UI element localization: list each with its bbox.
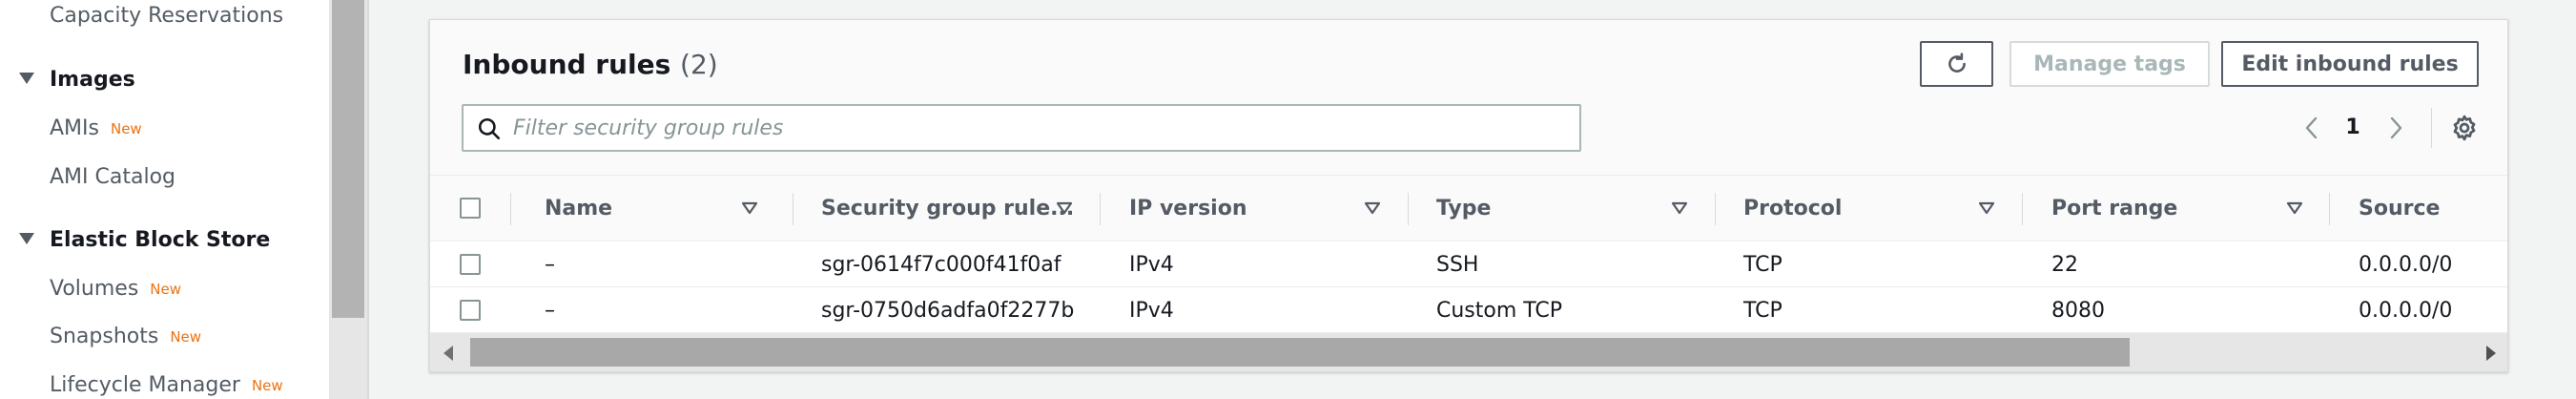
filter-search-box[interactable] (462, 104, 1581, 152)
new-badge: New (150, 281, 182, 298)
cell-protocol: TCP (1743, 298, 1783, 323)
current-page-number[interactable]: 1 (2339, 114, 2367, 142)
column-header-label: Type (1436, 196, 1492, 220)
sidebar-item-label: AMI Catalog (50, 165, 175, 189)
gear-icon[interactable] (2450, 114, 2479, 142)
sidebar-scrollbar-thumb[interactable] (332, 0, 364, 318)
column-header-label: Port range (2051, 196, 2178, 220)
column-divider (1715, 193, 1716, 225)
scroll-left-arrow-icon[interactable] (443, 346, 453, 361)
cell-ip-version: IPv4 (1129, 298, 1174, 323)
column-header-security-group-rule[interactable]: Security group rule... (821, 176, 1098, 241)
sidebar-item-amis[interactable]: AMIs New (50, 116, 142, 140)
column-divider (2329, 193, 2330, 225)
sidebar-item-label: Snapshots (50, 325, 159, 348)
cell-name: – (545, 252, 555, 277)
sidebar-section-images[interactable]: Images (19, 68, 135, 92)
row-checkbox[interactable] (460, 254, 481, 275)
cell-source: 0.0.0.0/0 (2359, 298, 2453, 323)
sidebar-item-lifecycle-manager[interactable]: Lifecycle Manager New (50, 373, 283, 397)
table-row[interactable]: – sgr-0614f7c000f41f0af IPv4 SSH TCP 22 … (430, 242, 2507, 287)
sidebar-item-capacity-reservations[interactable]: Capacity Reservations (50, 4, 283, 28)
sidebar-item-snapshots[interactable]: Snapshots New (50, 325, 201, 348)
sort-caret-icon[interactable] (741, 201, 758, 215)
column-header-label: Protocol (1743, 196, 1843, 220)
chevron-left-icon[interactable] (2298, 114, 2326, 142)
sidebar-item-label: Volumes (50, 277, 139, 301)
cell-source: 0.0.0.0/0 (2359, 252, 2453, 277)
column-header-type[interactable]: Type (1436, 176, 1713, 241)
column-header-protocol[interactable]: Protocol (1743, 176, 2020, 241)
table-header: Name Security group rule... IP version T… (430, 175, 2507, 242)
sidebar-item-volumes[interactable]: Volumes New (50, 277, 181, 301)
sort-caret-icon[interactable] (1978, 201, 1995, 215)
table-row[interactable]: – sgr-0750d6adfa0f2277b IPv4 Custom TCP … (430, 287, 2507, 333)
sidebar-item-ami-catalog[interactable]: AMI Catalog (50, 165, 175, 189)
filter-search-input[interactable] (513, 110, 1562, 146)
column-divider (510, 193, 511, 225)
sort-caret-icon[interactable] (1671, 201, 1688, 215)
column-header-label: IP version (1129, 196, 1247, 220)
column-header-label: Source (2359, 196, 2441, 220)
column-header-ip-version[interactable]: IP version (1129, 176, 1406, 241)
refresh-icon (1947, 52, 1966, 73)
cell-type: SSH (1436, 252, 1479, 277)
scrollbar-thumb[interactable] (470, 338, 2130, 367)
cell-port-range: 22 (2051, 252, 2078, 277)
cell-ip-version: IPv4 (1129, 252, 1174, 277)
sidebar-item-label: AMIs (50, 116, 99, 140)
caret-down-icon (19, 73, 34, 84)
new-badge: New (251, 377, 283, 394)
select-all-checkbox[interactable] (460, 198, 481, 219)
panel-title-text: Inbound rules (463, 49, 671, 80)
pagination-divider (2431, 108, 2432, 148)
scroll-right-arrow-icon[interactable] (2486, 346, 2496, 361)
column-divider (2022, 193, 2023, 225)
cell-port-range: 8080 (2051, 298, 2105, 323)
cell-name: – (545, 298, 555, 323)
sidebar-section-label: Images (50, 68, 135, 92)
manage-tags-button[interactable]: Manage tags (2009, 41, 2210, 87)
sidebar-section-label: Elastic Block Store (50, 228, 271, 252)
cell-rule-id: sgr-0750d6adfa0f2277b (821, 298, 1075, 323)
column-header-label: Name (545, 196, 613, 220)
table-horizontal-scrollbar[interactable] (430, 333, 2507, 371)
column-header-name[interactable]: Name (545, 176, 783, 241)
panel-title: Inbound rules (2) (463, 49, 718, 80)
edit-inbound-rules-button[interactable]: Edit inbound rules (2221, 41, 2479, 87)
column-header-port-range[interactable]: Port range (2051, 176, 2328, 241)
new-badge: New (170, 328, 202, 346)
row-checkbox[interactable] (460, 300, 481, 321)
caret-down-icon (19, 233, 34, 244)
new-badge: New (110, 120, 142, 137)
cell-type: Custom TCP (1436, 298, 1563, 323)
search-icon (478, 117, 501, 140)
sidebar-section-elastic-block-store[interactable]: Elastic Block Store (19, 228, 270, 252)
inbound-rules-panel: Inbound rules (2) Manage tags Edit inbou… (429, 19, 2508, 372)
cell-protocol: TCP (1743, 252, 1783, 277)
column-header-label: Security group rule... (821, 196, 1075, 220)
sort-caret-icon[interactable] (1056, 201, 1073, 215)
chevron-right-icon[interactable] (2381, 114, 2410, 142)
sidebar: Capacity Reservations Images AMIs New AMI… (0, 0, 329, 399)
sidebar-divider (367, 0, 369, 399)
sidebar-item-label: Lifecycle Manager (50, 373, 240, 397)
column-header-source[interactable]: Source (2359, 176, 2502, 241)
sidebar-item-label: Capacity Reservations (50, 4, 284, 28)
column-divider (1408, 193, 1409, 225)
refresh-button[interactable] (1920, 41, 1993, 87)
column-divider (1100, 193, 1101, 225)
sort-caret-icon[interactable] (2286, 201, 2303, 215)
cell-rule-id: sgr-0614f7c000f41f0af (821, 252, 1061, 277)
sort-caret-icon[interactable] (1364, 201, 1381, 215)
rule-count: (2) (680, 49, 718, 80)
